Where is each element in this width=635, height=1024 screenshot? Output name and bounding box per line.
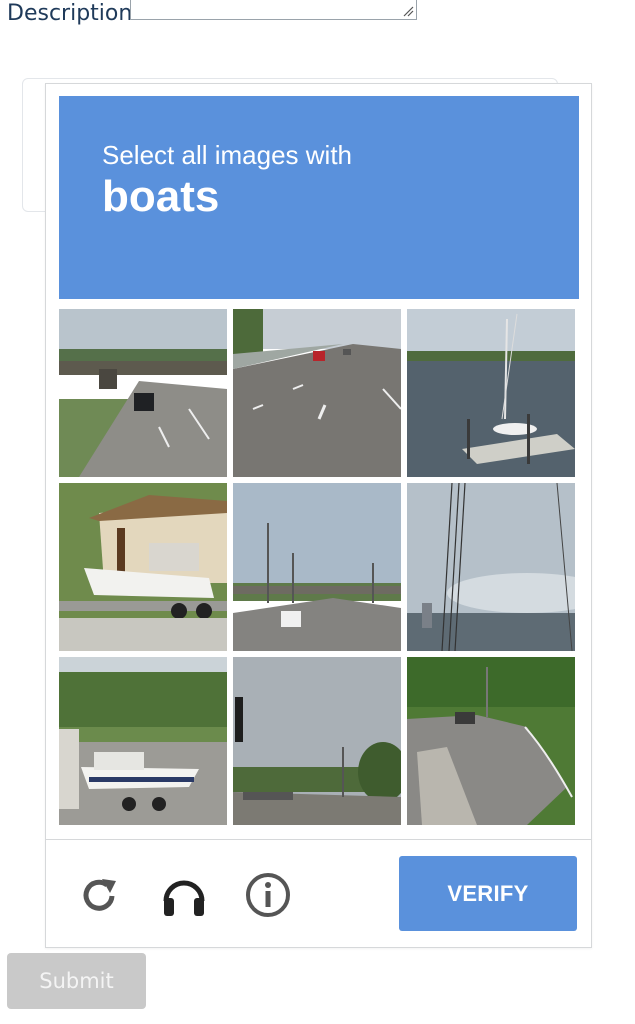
image-tile[interactable] [407, 657, 575, 825]
headphones-icon[interactable] [160, 871, 208, 919]
image-tile[interactable] [233, 309, 401, 477]
verify-button[interactable]: VERIFY [399, 856, 577, 931]
tile-image-traffic-light [233, 657, 401, 825]
captcha-controls: VERIFY [46, 839, 591, 948]
prompt-text: Select all images with [102, 140, 352, 170]
image-tile[interactable] [233, 657, 401, 825]
info-icon[interactable] [244, 871, 292, 919]
image-grid [59, 309, 577, 827]
image-tile[interactable] [407, 483, 575, 651]
tile-image-boat-trailer-trees [59, 657, 227, 825]
description-label: Description [7, 1, 133, 26]
image-tile[interactable] [59, 483, 227, 651]
tile-image-boat-trailer-house [59, 483, 227, 651]
resize-grip-icon[interactable] [402, 5, 414, 17]
captcha-prompt: Select all images with boats [59, 96, 579, 299]
image-tile[interactable] [407, 309, 575, 477]
tile-image-highway-streetlights [233, 483, 401, 651]
submit-button[interactable]: Submit [7, 953, 146, 1009]
image-tile[interactable] [59, 657, 227, 825]
reload-icon[interactable] [76, 871, 124, 919]
image-tile[interactable] [233, 483, 401, 651]
image-tile[interactable] [59, 309, 227, 477]
captcha-challenge: Select all images with boats VERIFY [45, 83, 592, 948]
tile-image-highway-overpass [59, 309, 227, 477]
tile-image-dock-sailboat [407, 309, 575, 477]
tile-image-coastline [407, 483, 575, 651]
prompt-target-word: boats [102, 172, 220, 221]
description-textarea[interactable] [130, 0, 417, 20]
tile-image-highway-lanes [233, 309, 401, 477]
tile-image-curved-road [407, 657, 575, 825]
